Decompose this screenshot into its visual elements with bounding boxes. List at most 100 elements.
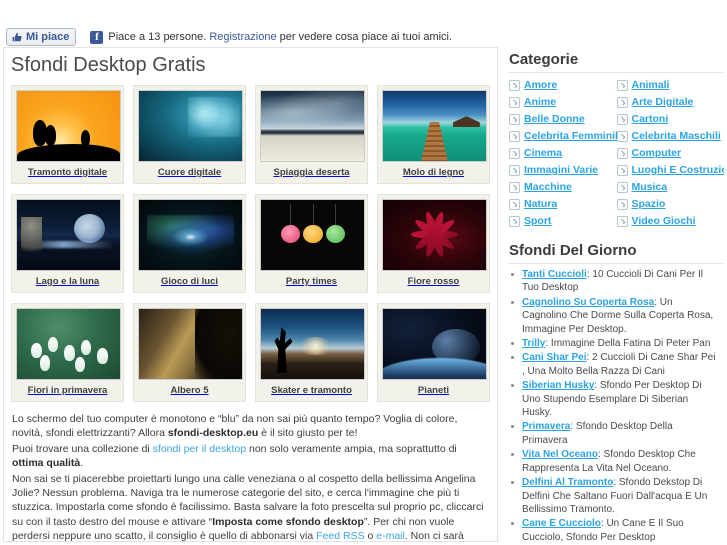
daily-item-link[interactable]: Cagnolino Su Coperta Rosa bbox=[522, 297, 654, 308]
category-label: Macchine bbox=[524, 181, 572, 193]
wallpaper-card[interactable]: Spiaggia deserta bbox=[255, 85, 368, 184]
sidebar-category-luoghi-e-costruzioni[interactable]: Luoghi E Costruzioni bbox=[616, 162, 725, 179]
facebook-like-button[interactable]: Mi piace bbox=[6, 28, 77, 46]
wallpaper-card[interactable]: Cuore digitale bbox=[133, 85, 246, 184]
wallpaper-card[interactable]: Molo di legno bbox=[377, 85, 490, 184]
site-name: sfondi-desktop.eu bbox=[167, 427, 259, 440]
list-item: Trilly: Immagine Della Fatina Di Peter P… bbox=[509, 337, 720, 350]
intro-p2-c: . bbox=[80, 457, 84, 470]
sidebar-category-computer[interactable]: Computer bbox=[616, 145, 725, 162]
daily-item-link[interactable]: Cani Shar Pei bbox=[522, 352, 586, 363]
sidebar-category-anime[interactable]: Anime bbox=[509, 94, 617, 111]
daily-item-link[interactable]: Delfini Al Tramonto bbox=[522, 477, 613, 488]
wallpaper-card[interactable]: Tramonto digitale bbox=[11, 85, 124, 184]
list-item: Siberian Husky: Sfondo Per Desktop Di Un… bbox=[509, 379, 720, 419]
wallpaper-card[interactable]: Party times bbox=[255, 194, 368, 293]
categories-grid: Amore Animali Anime Arte Digitale Belle … bbox=[505, 77, 724, 230]
feed-rss-link[interactable]: Feed RSS bbox=[316, 530, 364, 541]
intro-p3-c: o bbox=[364, 530, 377, 542]
sidebar-category-immagini-varie[interactable]: Immagini Varie bbox=[509, 162, 617, 179]
wallpaper-caption: Cuore digitale bbox=[157, 167, 222, 178]
category-label: Amore bbox=[524, 79, 558, 91]
wallpaper-caption: Party times bbox=[285, 276, 338, 287]
category-label: Spazio bbox=[631, 198, 666, 210]
wallpaper-caption: Spiaggia deserta bbox=[273, 167, 350, 178]
sidebar-category-celebrita-femminili[interactable]: Celebrita Femminili bbox=[509, 128, 621, 145]
sidebar-category-cinema[interactable]: Cinema bbox=[509, 145, 617, 162]
wallpaper-thumbnail-grid: Tramonto digitale Cuore digitale Spiaggi… bbox=[11, 85, 491, 402]
daily-wallpapers-heading: Sfondi Del Giorno bbox=[509, 242, 724, 264]
daily-item-link[interactable]: Trilly bbox=[522, 338, 545, 349]
sidebar-category-spazio[interactable]: Spazio bbox=[616, 196, 725, 213]
sidebar-category-amore[interactable]: Amore bbox=[509, 77, 617, 94]
wallpaper-thumbnail-image bbox=[138, 199, 243, 271]
wallpaper-thumbnail-image bbox=[260, 199, 365, 271]
facebook-f-icon: f bbox=[90, 30, 104, 44]
arrow-box-icon bbox=[616, 199, 628, 210]
wallpaper-thumbnail-image bbox=[138, 308, 243, 380]
sidebar-category-celebrita-maschili[interactable]: Celebrita Maschili bbox=[616, 128, 725, 145]
category-label: Musica bbox=[631, 181, 668, 193]
sidebar-category-sport[interactable]: Sport bbox=[509, 213, 617, 230]
page-root: Mi piace f Piace a 13 persone. Registraz… bbox=[0, 0, 727, 545]
daily-item-link[interactable]: Cane E Cucciolo bbox=[522, 518, 601, 529]
list-item: Cani Shar Pei: 2 Cuccioli Di Cane Shar P… bbox=[509, 351, 720, 378]
wallpaper-caption: Skater e tramonto bbox=[271, 385, 352, 396]
list-item: Cane E Cucciolo: Un Cane E Il Suo Cuccio… bbox=[509, 517, 720, 542]
category-label: Video Giochi bbox=[631, 215, 696, 227]
category-label: Computer bbox=[631, 147, 682, 159]
email-link[interactable]: e-mail bbox=[376, 530, 405, 541]
arrow-box-icon bbox=[616, 114, 628, 125]
wallpaper-thumbnail-image bbox=[260, 90, 365, 162]
wallpaper-thumbnail-image bbox=[16, 308, 121, 380]
facebook-text-before: Piace a 13 persone. bbox=[108, 31, 210, 43]
facebook-social-text: Piace a 13 persone. Registrazione per ve… bbox=[108, 31, 452, 43]
wallpaper-thumbnail-image bbox=[382, 199, 487, 271]
sidebar-category-animali[interactable]: Animali bbox=[616, 77, 725, 94]
sidebar-category-macchine[interactable]: Macchine bbox=[509, 179, 617, 196]
wallpaper-thumbnail-image bbox=[260, 308, 365, 380]
wallpaper-thumbnail-image bbox=[16, 90, 121, 162]
daily-item-link[interactable]: Primavera bbox=[522, 421, 570, 432]
arrow-box-icon bbox=[509, 199, 520, 210]
daily-item-link[interactable]: Tanti Cuccioli bbox=[522, 269, 587, 280]
facebook-text-after: per vedere cosa piace ai tuoi amici. bbox=[276, 31, 453, 43]
wallpaper-card[interactable]: Fiori in primavera bbox=[11, 303, 124, 402]
arrow-box-icon bbox=[616, 216, 628, 227]
arrow-box-icon bbox=[509, 148, 520, 159]
list-item: Vita Nel Oceano: Sfondo Desktop Che Rapp… bbox=[509, 448, 720, 475]
wallpaper-card[interactable]: Gioco di luci bbox=[133, 194, 246, 293]
list-item: Primavera: Sfondo Desktop Della Primaver… bbox=[509, 420, 720, 447]
category-label: Sport bbox=[524, 215, 552, 227]
registration-link[interactable]: Registrazione bbox=[209, 31, 276, 43]
intro-p2-b: non solo veramente ampia, ma soprattutto… bbox=[246, 442, 457, 455]
sidebar-category-video-giochi[interactable]: Video Giochi bbox=[616, 213, 725, 230]
sidebar-category-arte-digitale[interactable]: Arte Digitale bbox=[616, 94, 725, 111]
wallpaper-caption: Tramonto digitale bbox=[27, 167, 108, 178]
category-label: Luoghi E Costruzioni bbox=[631, 164, 725, 176]
wallpaper-card[interactable]: Skater e tramonto bbox=[255, 303, 368, 402]
category-label: Celebrita Femminili bbox=[524, 130, 621, 142]
arrow-box-icon bbox=[616, 165, 628, 176]
category-label: Animali bbox=[631, 79, 670, 91]
main-content-panel: Sfondi Desktop Gratis Tramonto digitale … bbox=[3, 47, 498, 542]
category-label: Arte Digitale bbox=[631, 96, 694, 108]
sidebar-category-belle-donne[interactable]: Belle Donne bbox=[509, 111, 617, 128]
sidebar-category-musica[interactable]: Musica bbox=[616, 179, 725, 196]
wallpaper-card[interactable]: Pianeti bbox=[377, 303, 490, 402]
list-item: Tanti Cuccioli: 10 Cuccioli Di Cani Per … bbox=[509, 268, 720, 295]
sidebar-category-natura[interactable]: Natura bbox=[509, 196, 617, 213]
intro-paragraph-1: Lo schermo del tuo computer è monotono e… bbox=[12, 412, 489, 441]
wallpaper-caption: Pianeti bbox=[417, 385, 450, 396]
daily-item-link[interactable]: Siberian Husky bbox=[522, 380, 594, 391]
daily-item-link[interactable]: Vita Nel Oceano bbox=[522, 449, 598, 460]
wallpaper-card[interactable]: Lago e la luna bbox=[11, 194, 124, 293]
arrow-box-icon bbox=[509, 182, 520, 193]
categories-heading: Categorie bbox=[509, 51, 724, 73]
sfondi-per-il-desktop-link[interactable]: sfondi per il desktop bbox=[153, 443, 246, 455]
wallpaper-card[interactable]: Albero 5 bbox=[133, 303, 246, 402]
wallpaper-card[interactable]: Fiore rosso bbox=[377, 194, 490, 293]
wallpaper-thumbnail-image bbox=[16, 199, 121, 271]
sidebar-category-cartoni[interactable]: Cartoni bbox=[616, 111, 725, 128]
facebook-like-bar: Mi piace f Piace a 13 persone. Registraz… bbox=[0, 27, 727, 47]
